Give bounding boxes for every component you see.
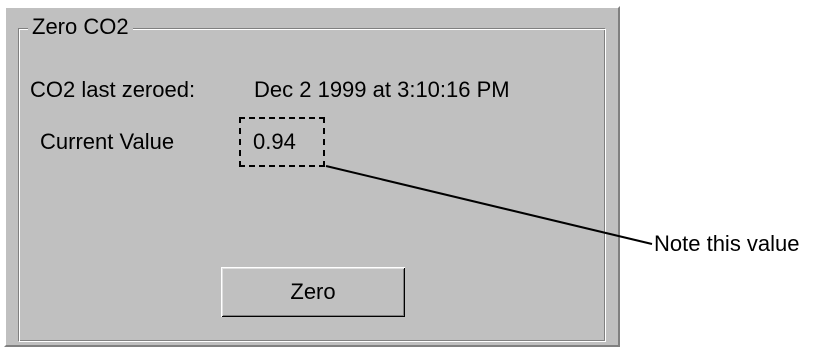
zero-button[interactable]: Zero (221, 267, 405, 317)
figure: Zero CO2 CO2 last zeroed: Dec 2 1999 at … (0, 0, 818, 356)
groupbox-title: Zero CO2 (28, 12, 133, 42)
current-value-label: Current Value (40, 129, 175, 154)
last-zeroed-value: Dec 2 1999 at 3:10:16 PM (254, 77, 510, 102)
current-value-readout: 0.94 (239, 117, 325, 167)
last-zeroed-label: CO2 last zeroed: (30, 77, 196, 102)
annotation-text: Note this value (654, 231, 800, 256)
